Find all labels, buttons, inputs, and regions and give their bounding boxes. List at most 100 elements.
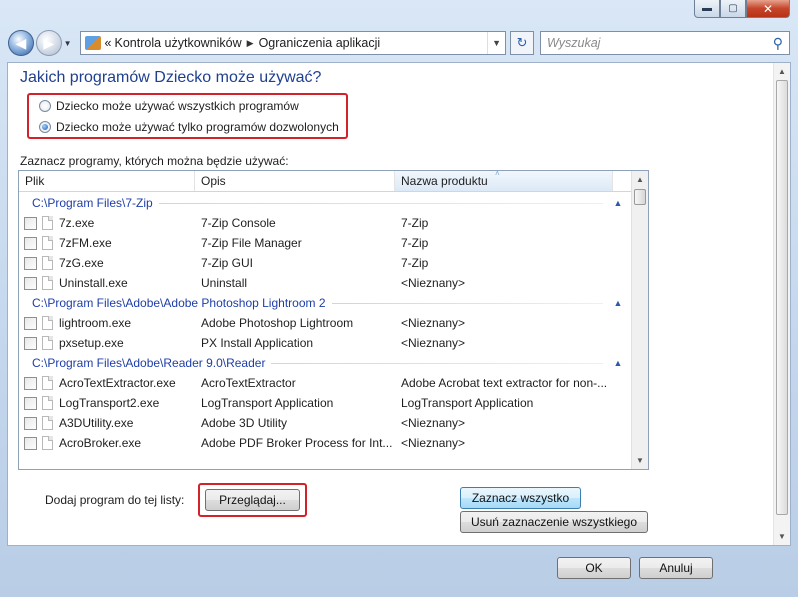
browse-button[interactable]: Przeglądaj... [205,489,300,511]
file-name: Uninstall.exe [59,276,128,290]
cancel-button[interactable]: Anuluj [639,557,713,579]
list-item[interactable]: 7zFM.exe 7-Zip File Manager 7-Zip [19,233,631,253]
file-icon [42,276,53,290]
file-description: LogTransport Application [201,396,334,410]
navigation-bar: ◀ ▶ ▼ « Kontrola użytkowników ▶ Ogranicz… [8,28,791,58]
panel-scroll-up-icon[interactable]: ▲ [774,63,790,80]
column-product-name[interactable]: ˄ Nazwa produktu [395,171,613,191]
option-all-programs[interactable]: Dziecko może używać wszystkich programów [39,99,299,113]
list-item[interactable]: lightroom.exe Adobe Photoshop Lightroom … [19,313,631,333]
address-dropdown-icon[interactable]: ▼ [487,32,505,54]
dialog-footer: OK Anuluj [0,548,798,597]
list-scroll-down-icon[interactable]: ▼ [632,452,648,469]
file-description: PX Install Application [201,336,314,350]
group-path: C:\Program Files\Adobe\Adobe Photoshop L… [32,296,326,310]
back-button[interactable]: ◀ [8,30,34,56]
content-panel: ▲ ▼ Jakich programów Dziecko może używać… [7,62,791,546]
list-item[interactable]: AcroBroker.exe Adobe PDF Broker Process … [19,433,631,453]
file-name: pxsetup.exe [59,336,124,350]
breadcrumb-separator-icon[interactable]: ▶ [247,38,254,49]
checkbox[interactable] [24,216,37,230]
list-item[interactable]: 7zG.exe 7-Zip GUI 7-Zip [19,253,631,273]
close-button[interactable]: ✕ [746,0,790,18]
file-name: 7z.exe [59,216,95,230]
product-name: LogTransport Application [401,396,534,410]
forward-button[interactable]: ▶ [35,30,62,56]
search-placeholder: Wyszukaj [546,36,601,50]
product-name: Adobe Acrobat text extractor for non-... [401,376,608,390]
search-input[interactable]: Wyszukaj ⚲ [539,31,791,55]
list-item[interactable]: A3DUtility.exe Adobe 3D Utility <Nieznan… [19,413,631,433]
product-name: <Nieznany> [401,416,466,430]
list-scroll-thumb[interactable] [634,189,646,205]
collapse-icon[interactable]: ▲ [611,198,625,208]
list-item[interactable]: pxsetup.exe PX Install Application <Niez… [19,333,631,353]
group-header-reader[interactable]: C:\Program Files\Adobe\Reader 9.0\Reader… [19,353,631,373]
list-body: C:\Program Files\7-Zip ▲ 7z.exe 7-Zip Co… [19,193,631,453]
product-name: 7-Zip [401,236,429,250]
program-list[interactable]: Plik Opis ˄ Nazwa produktu C:\Program Fi… [18,170,649,470]
control-panel-icon [84,36,101,50]
file-description: 7-Zip Console [201,216,276,230]
panel-scroll-thumb[interactable] [776,80,788,515]
checkbox[interactable] [24,276,37,290]
checkbox[interactable] [24,316,37,330]
file-icon [42,376,53,390]
column-file[interactable]: Plik [19,171,195,191]
radio-all-programs[interactable] [39,100,51,112]
list-item[interactable]: Uninstall.exe Uninstall <Nieznany> [19,273,631,293]
option-all-programs-label[interactable]: Dziecko może używać wszystkich programów [56,99,299,113]
file-name: A3DUtility.exe [59,416,134,430]
deselect-all-button[interactable]: Usuń zaznaczenie wszystkiego [460,511,648,533]
file-name: 7zG.exe [59,256,104,270]
column-description[interactable]: Opis [195,171,395,191]
ok-button[interactable]: OK [557,557,631,579]
collapse-icon[interactable]: ▲ [611,358,625,368]
file-name: AcroBroker.exe [59,436,142,450]
option-allowed-programs-label[interactable]: Dziecko może używać tylko programów dozw… [56,120,339,134]
maximize-button[interactable]: ▢ [720,0,746,18]
breadcrumb-prefix[interactable]: « [105,36,112,50]
file-icon [42,216,53,230]
file-name: LogTransport2.exe [59,396,160,410]
product-name: <Nieznany> [401,276,466,290]
list-item[interactable]: 7z.exe 7-Zip Console 7-Zip [19,213,631,233]
option-allowed-programs[interactable]: Dziecko może używać tylko programów dozw… [39,120,339,134]
list-item[interactable]: LogTransport2.exe LogTransport Applicati… [19,393,631,413]
panel-scroll-down-icon[interactable]: ▼ [774,528,790,545]
search-icon[interactable]: ⚲ [773,35,783,52]
radio-allowed-programs[interactable] [39,121,51,133]
breadcrumb-app-restrictions[interactable]: Ograniczenia aplikacji [259,36,381,50]
checkbox[interactable] [24,256,37,270]
file-name: AcroTextExtractor.exe [59,376,176,390]
add-program-label: Dodaj program do tej listy: [45,493,185,507]
checkbox[interactable] [24,236,37,250]
group-header-lightroom[interactable]: C:\Program Files\Adobe\Adobe Photoshop L… [19,293,631,313]
checkbox[interactable] [24,336,37,350]
minimize-button[interactable]: ▬ [694,0,720,18]
file-icon [42,256,53,270]
breadcrumb-user-control[interactable]: Kontrola użytkowników [115,36,242,50]
address-bar[interactable]: « Kontrola użytkowników ▶ Ograniczenia a… [79,31,507,55]
file-icon [42,236,53,250]
recent-pages-dropdown-icon[interactable]: ▼ [64,39,74,48]
list-scrollbar[interactable]: ▲ ▼ [631,171,648,469]
checkbox[interactable] [24,376,37,390]
list-scroll-up-icon[interactable]: ▲ [632,171,648,188]
file-description: Uninstall [201,276,248,290]
product-name: <Nieznany> [401,316,466,330]
panel-scrollbar[interactable]: ▲ ▼ [773,63,790,545]
checkbox[interactable] [24,436,37,450]
file-description: 7-Zip File Manager [201,236,302,250]
group-header-7zip[interactable]: C:\Program Files\7-Zip ▲ [19,193,631,213]
select-all-button[interactable]: Zaznacz wszystko [460,487,581,509]
group-path: C:\Program Files\7-Zip [32,196,153,210]
refresh-button[interactable]: ↻ [510,31,534,55]
checkbox[interactable] [24,416,37,430]
checkbox[interactable] [24,396,37,410]
list-item[interactable]: AcroTextExtractor.exe AcroTextExtractor … [19,373,631,393]
collapse-icon[interactable]: ▲ [611,298,625,308]
file-icon [42,436,53,450]
file-description: Adobe Photoshop Lightroom [201,316,354,330]
file-name: lightroom.exe [59,316,132,330]
